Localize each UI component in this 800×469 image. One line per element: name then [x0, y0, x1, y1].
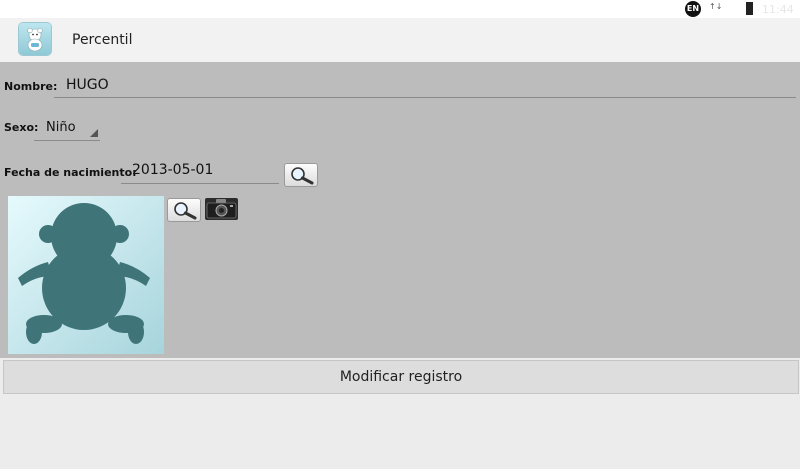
magnifier-icon [174, 202, 197, 220]
fecha-label: Fecha de nacimiento: [4, 166, 137, 179]
fecha-field[interactable]: 2013-05-01 [132, 162, 213, 178]
nombre-field[interactable]: HUGO [66, 77, 109, 93]
date-search-button[interactable] [284, 163, 318, 187]
battery-icon [746, 2, 753, 15]
record-form: Nombre: HUGO Sexo: Niño Fecha de nacimie… [0, 62, 800, 358]
signal-icon: ↑↓ [709, 2, 723, 11]
magnifier-icon [291, 167, 314, 185]
app-title: Percentil [72, 32, 133, 48]
language-badge: EN [685, 1, 701, 17]
child-photo[interactable] [8, 196, 164, 354]
baby-silhouette-icon [18, 203, 150, 344]
nombre-underline [54, 97, 796, 98]
fecha-underline [121, 183, 279, 184]
status-bar: EN ↑↓ 11:44 [0, 0, 800, 18]
clock: 11:44 [762, 3, 794, 16]
baby-bear-icon[interactable] [19, 23, 51, 55]
modify-record-button[interactable]: Modificar registro [3, 360, 799, 394]
nombre-label: Nombre: [4, 80, 58, 93]
sexo-value: Niño [46, 120, 76, 135]
dropdown-arrow-icon [90, 129, 98, 137]
camera-button[interactable] [205, 198, 238, 220]
photo-search-button[interactable] [167, 198, 201, 222]
action-bar: Percentil [0, 18, 800, 63]
sexo-spinner[interactable]: Niño [34, 115, 100, 141]
camera-icon [206, 199, 237, 219]
